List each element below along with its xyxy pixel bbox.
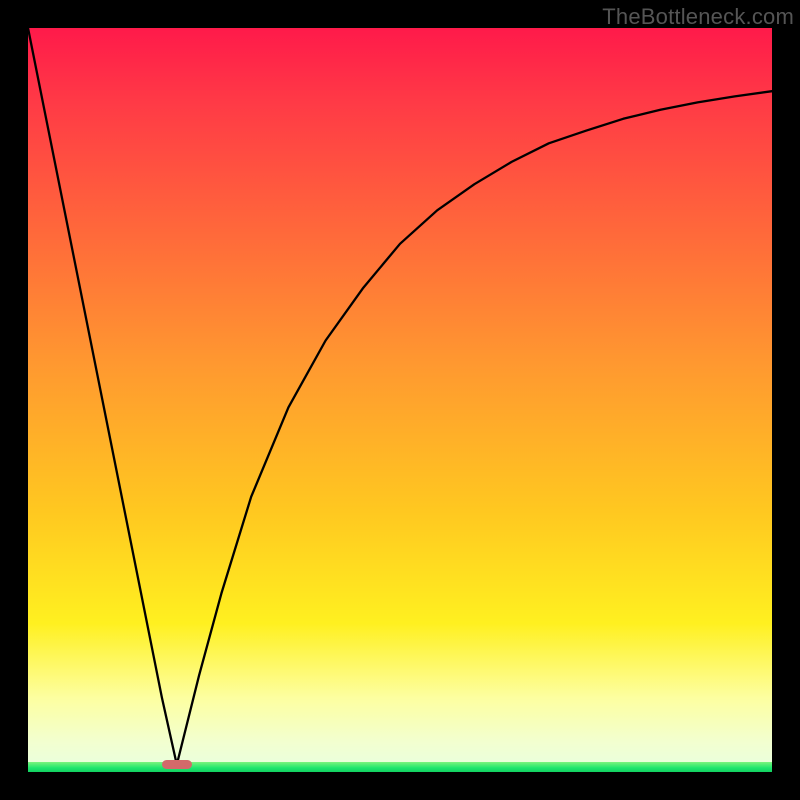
watermark-text: TheBottleneck.com: [602, 4, 794, 30]
bottleneck-curve: [28, 28, 772, 772]
curve-path: [28, 28, 772, 765]
chart-frame: TheBottleneck.com: [0, 0, 800, 800]
optimal-marker: [162, 760, 192, 770]
